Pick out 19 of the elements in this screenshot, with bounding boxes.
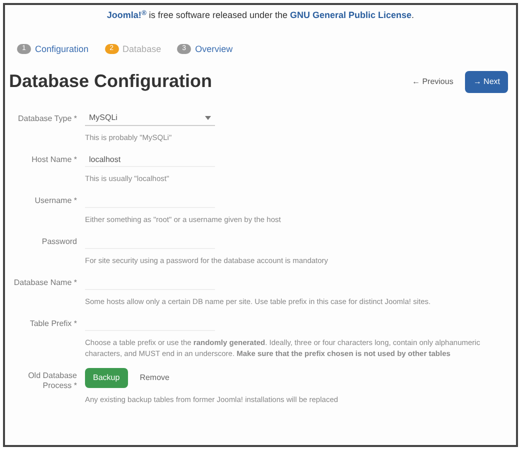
database-type-select[interactable]: MySQLi bbox=[85, 111, 215, 126]
field-label: Database Type * bbox=[18, 114, 77, 124]
page-title: Database Configuration bbox=[9, 70, 212, 93]
caret-icon bbox=[205, 116, 211, 120]
field-label: Old Database Process * bbox=[27, 371, 77, 391]
step-link[interactable]: Overview bbox=[195, 42, 233, 56]
license-notice: Joomla!$^{®}$ is free software released under the GNU General Public License. bbox=[106, 9, 414, 22]
next-button[interactable]: → Next bbox=[465, 70, 508, 92]
field-label: Database Name * bbox=[14, 278, 77, 288]
field-label: Username * bbox=[34, 196, 77, 206]
field-label: Table Prefix * bbox=[30, 319, 77, 329]
field-label: Host Name * bbox=[32, 155, 77, 165]
license-link[interactable]: GNU General Public License bbox=[290, 10, 412, 20]
step-link[interactable]: Configuration bbox=[35, 42, 89, 56]
previous-button[interactable]: ← Previous bbox=[408, 70, 458, 92]
field-label: Password bbox=[42, 237, 77, 247]
text-field[interactable]: localhost bbox=[85, 152, 215, 167]
toggle-option[interactable]: Remove bbox=[136, 368, 174, 388]
toggle-option[interactable]: Backup bbox=[85, 368, 128, 388]
